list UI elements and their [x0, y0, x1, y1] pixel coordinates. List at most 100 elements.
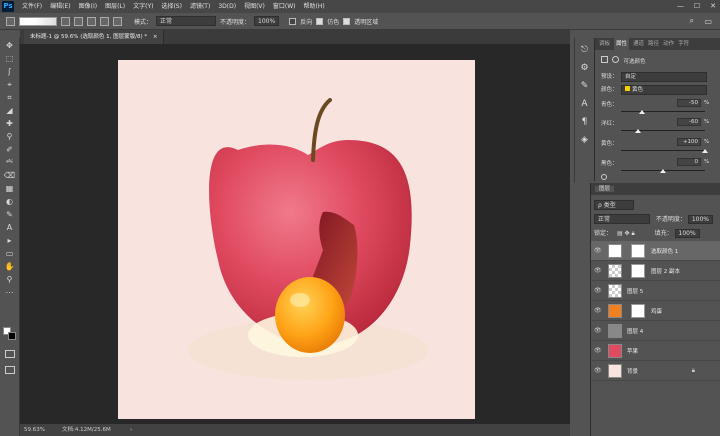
layer-row[interactable]: 👁︎ 背景 🔒︎	[591, 361, 720, 381]
more-tools-icon[interactable]: ⋯	[4, 288, 16, 298]
document-tab[interactable]: 未标题-1 @ 59.6% (选取颜色 1, 图层蒙版/8) * ×	[24, 30, 165, 44]
workspace-icon[interactable]: ▭	[704, 17, 712, 26]
reflected-gradient-button[interactable]	[100, 16, 109, 26]
tab-channels[interactable]: 通道	[633, 38, 644, 50]
tab-properties[interactable]: 属性	[614, 38, 630, 50]
pen-tool-icon[interactable]: ✎	[4, 210, 16, 220]
background-color-swatch[interactable]	[8, 332, 16, 340]
menu-filter[interactable]: 滤镜(T)	[186, 0, 214, 13]
eraser-tool-icon[interactable]: ⌫	[4, 171, 16, 181]
visibility-eye-icon[interactable]: 👁︎	[594, 327, 602, 334]
lock-all-icon[interactable]: 🔒︎	[631, 230, 634, 237]
visibility-eye-icon[interactable]: 👁︎	[594, 347, 602, 354]
tab-character[interactable]: 字符	[678, 38, 689, 50]
visibility-eye-icon[interactable]: 👁︎	[594, 287, 602, 294]
linear-gradient-button[interactable]	[61, 16, 70, 26]
layer-row[interactable]: 👁︎ 图层 2 副本	[591, 261, 720, 281]
healing-tool-icon[interactable]: ✚	[4, 119, 16, 129]
angle-gradient-button[interactable]	[87, 16, 96, 26]
status-arrow-icon[interactable]: ›	[130, 424, 132, 436]
visibility-eye-icon[interactable]: 👁︎	[594, 307, 602, 314]
lock-position-icon[interactable]: ✥	[625, 230, 630, 237]
close-button[interactable]: ✕	[710, 0, 716, 13]
slider-value-field[interactable]: 0	[677, 158, 701, 166]
slider-value-field[interactable]: -50	[677, 99, 701, 107]
menu-edit[interactable]: 编辑(E)	[46, 0, 74, 13]
menu-3d[interactable]: 3D(D)	[214, 0, 240, 13]
mode-select[interactable]: 正常	[156, 16, 217, 26]
layer-row[interactable]: 👁︎ 苹果	[591, 341, 720, 361]
menu-layer[interactable]: 图层(L)	[101, 0, 129, 13]
opacity-field[interactable]: 100%	[254, 16, 280, 26]
screen-mode-icon[interactable]	[5, 366, 15, 374]
visibility-eye-icon[interactable]: 👁︎	[594, 247, 602, 254]
quick-select-tool-icon[interactable]: ⌖	[4, 80, 16, 90]
move-tool-icon[interactable]: ✥	[4, 41, 16, 51]
layer-kind-filter[interactable]: ρ 类型	[594, 200, 634, 210]
slider-knob[interactable]	[634, 129, 641, 133]
eyedropper-tool-icon[interactable]: ◢	[4, 106, 16, 116]
slider-value-field[interactable]: +100	[677, 138, 701, 146]
layer-mask-thumbnail[interactable]	[631, 304, 645, 318]
menu-image[interactable]: 图像(I)	[75, 0, 101, 13]
radial-gradient-button[interactable]	[74, 16, 83, 26]
menu-type[interactable]: 文字(Y)	[129, 0, 157, 13]
mask-icon[interactable]	[611, 56, 619, 63]
layer-row[interactable]: 👁︎ 图层 5	[591, 281, 720, 301]
tab-paths[interactable]: 路径	[648, 38, 659, 50]
crop-tool-icon[interactable]: ⌗	[4, 93, 16, 103]
canvas[interactable]	[118, 60, 475, 419]
visibility-eye-icon[interactable]: 👁︎	[594, 267, 602, 274]
dither-checkbox[interactable]	[316, 17, 324, 25]
zoom-level[interactable]: 59.63%	[24, 424, 45, 436]
layer-mask-thumbnail[interactable]	[631, 244, 645, 258]
adjustments-panel-icon[interactable]: ⚙	[579, 62, 591, 74]
minimize-button[interactable]: —	[677, 0, 684, 13]
brush-panel-icon[interactable]: ✎	[579, 80, 591, 92]
tab-close-icon[interactable]: ×	[153, 34, 158, 40]
menu-select[interactable]: 选择(S)	[157, 0, 186, 13]
type-tool-icon[interactable]: A	[4, 223, 16, 233]
paragraph-panel-icon[interactable]: ¶	[579, 116, 591, 128]
slider-track[interactable]	[621, 111, 705, 112]
tool-preset-picker[interactable]	[6, 16, 15, 26]
tab-actions[interactable]: 动作	[663, 38, 674, 50]
menu-file[interactable]: 文件(F)	[18, 0, 46, 13]
tab-adjustments[interactable]: 调板	[599, 38, 610, 50]
colors-select[interactable]: 黄色	[621, 85, 707, 95]
visibility-eye-icon[interactable]: 👁︎	[594, 367, 602, 374]
lock-pixels-icon[interactable]: ▤	[617, 230, 623, 237]
layer-opacity-field[interactable]: 100%	[687, 215, 714, 224]
path-select-tool-icon[interactable]: ▸	[4, 236, 16, 246]
quick-mask-icon[interactable]	[5, 350, 15, 358]
gradient-tool-icon[interactable]: ▦	[4, 184, 16, 194]
transparency-checkbox[interactable]	[343, 17, 351, 25]
slider-knob[interactable]	[702, 149, 708, 153]
search-icon[interactable]: ⌕	[690, 16, 694, 26]
layer-row[interactable]: 👁︎ 选取颜色 1	[591, 241, 720, 261]
fill-field[interactable]: 100%	[674, 229, 700, 238]
diamond-gradient-button[interactable]	[113, 16, 122, 26]
slider-track[interactable]	[621, 150, 705, 151]
3d-panel-icon[interactable]: ◈	[579, 134, 591, 146]
slider-value-field[interactable]: -60	[677, 118, 701, 126]
menu-view[interactable]: 视图(V)	[240, 0, 269, 13]
history-panel-icon[interactable]: ⎋	[579, 44, 591, 56]
slider-knob[interactable]	[639, 110, 645, 114]
slider-track[interactable]	[621, 130, 705, 131]
reverse-checkbox[interactable]	[289, 17, 297, 25]
layer-row[interactable]: 👁︎ 图层 4	[591, 321, 720, 341]
blend-mode-select[interactable]: 正常	[594, 214, 650, 224]
history-brush-tool-icon[interactable]: ⎃	[4, 158, 16, 168]
menu-window[interactable]: 窗口(W)	[269, 0, 300, 13]
dodge-tool-icon[interactable]: ◐	[4, 197, 16, 207]
lasso-tool-icon[interactable]: ʃ	[4, 67, 16, 77]
shape-tool-icon[interactable]: ▭	[4, 249, 16, 259]
maximize-button[interactable]: ☐	[694, 0, 700, 13]
hand-tool-icon[interactable]: ✋	[4, 262, 16, 272]
stamp-tool-icon[interactable]: ✐	[4, 145, 16, 155]
slider-knob[interactable]	[660, 169, 666, 173]
layer-mask-thumbnail[interactable]	[631, 264, 645, 278]
zoom-tool-icon[interactable]: ⚲	[4, 275, 16, 285]
preset-select[interactable]: 自定	[621, 72, 707, 82]
